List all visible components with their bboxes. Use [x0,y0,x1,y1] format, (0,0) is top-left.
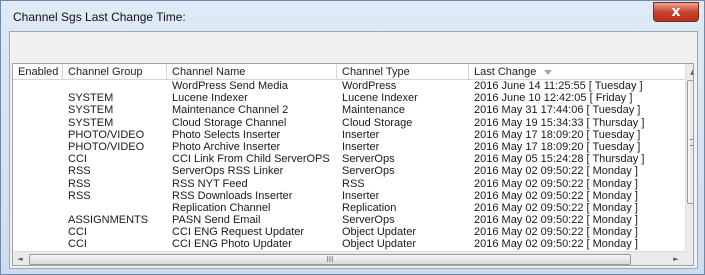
last-change-cell: 2016 May 02 09:50:22 [ Monday ] [474,165,638,178]
channel-group-cell: PHOTO/VIDEO [68,128,145,141]
table-row[interactable]: CCI CCI ENG Request Updater Object Updater… [13,226,685,238]
channel-type-cell: Lucene Indexer [342,92,418,105]
last-change-cell: 2016 May 31 17:44:06 [ Tuesday ] [474,104,641,117]
column-header-enabled[interactable]: Enabled [13,64,63,80]
channel-type-cell: Inserter [342,128,380,141]
channel-name-cell: WordPress Send Media [172,80,288,92]
table-row[interactable]: RSS RSS Downloads Inserter Inserter 2016 Ma… [13,190,685,202]
channel-group-cell: PHOTO/VIDEO [68,140,145,153]
channel-type-cell: RSS [342,177,365,190]
column-header-last-change[interactable]: Last Change [469,64,685,80]
table-row[interactable]: SYSTEM Cloud Storage Channel Cloud Storage… [13,117,685,129]
last-change-cell: 2016 May 02 09:50:22 [ Monday ] [474,226,638,239]
channel-name-cell: CCI ENG Request Updater [172,226,305,239]
channel-name-cell: RSS NYT Feed [172,177,248,190]
channel-type-cell: Maintenance [342,104,405,117]
sort-descending-icon [544,69,553,75]
table-row[interactable]: PHOTO/VIDEO Photo Selects Inserter Inserte… [13,129,685,141]
table-body: WordPress Send Media WordPress 2016 June 1… [13,80,685,251]
channel-type-cell: Object Updater [342,226,416,239]
channel-name-cell: Replication Channel [172,201,271,214]
last-change-cell: 2016 May 02 09:50:22 [ Monday ] [474,201,638,214]
channel-name-cell: Lucene Indexer [172,92,248,105]
channel-group-cell: CCI [68,153,87,166]
channel-group-cell: RSS [68,177,91,190]
channel-name-cell: CCI Link From Child ServerOPS [172,153,330,166]
table-row[interactable]: Replication Channel Replication 2016 May 0… [13,202,685,214]
channel-type-cell: ServerOps [342,165,395,178]
table-row[interactable]: WordPress Send Media WordPress 2016 June 1… [13,80,685,92]
window-title: Channel Sgs Last Change Time: [13,10,186,24]
channel-group-cell: CCI [68,238,87,251]
channel-name-cell: Photo Archive Inserter [172,140,281,153]
table-row[interactable]: CCI CCI ENG Photo Updater Object Updater 20… [13,238,685,250]
last-change-cell: 2016 May 19 15:34:33 [ Thursday ] [474,116,645,129]
scrollbar-corner [685,251,693,265]
table-row[interactable]: RSS RSS NYT Feed RSS 2016 May 02 09:50:22 [… [13,178,685,190]
table-row[interactable]: PHOTO/VIDEO Photo Archive Inserter Inserte… [13,141,685,153]
channel-group-cell: CCI [68,226,87,239]
table-row[interactable]: RSS ServerOps RSS Linker ServerOps 2016 May… [13,165,685,177]
close-button[interactable]: x [653,2,699,22]
channel-group-cell: RSS [68,189,91,202]
channel-name-cell: PASN Send Email [172,214,261,227]
channel-group-cell: SYSTEM [68,104,114,117]
channel-type-cell: ServerOps [342,153,395,166]
channel-name-cell: CCI ENG Photo Updater [172,238,292,251]
last-change-cell: 2016 June 10 12:42:05 [ Friday ] [474,92,633,105]
horizontal-scroll-thumb[interactable]: III [29,254,631,265]
channel-type-cell: Inserter [342,140,380,153]
scroll-right-icon[interactable]: ► [669,252,683,265]
scroll-left-icon[interactable]: ◄ [13,252,27,265]
last-change-cell: 2016 May 17 18:09:20 [ Tuesday ] [474,140,641,153]
channel-type-cell: Object Updater [342,238,416,251]
channel-name-cell: Maintenance Channel 2 [172,104,289,117]
last-change-cell: 2016 May 02 09:50:22 [ Monday ] [474,238,638,251]
last-change-cell: 2016 May 17 18:09:20 [ Tuesday ] [474,128,641,141]
channel-group-cell: SYSTEM [68,116,114,129]
last-change-cell: 2016 May 02 09:50:22 [ Monday ] [474,189,638,202]
vertical-scrollbar[interactable]: ▲ [685,64,693,251]
channel-name-cell: RSS Downloads Inserter [172,189,293,202]
channel-type-cell: Replication [342,201,397,214]
grip-icon: III [326,255,334,264]
channel-type-cell: Cloud Storage [342,116,413,129]
column-header-channel-name[interactable]: Channel Name [167,64,337,80]
last-change-cell: 2016 May 02 09:50:22 [ Monday ] [474,214,638,227]
grip-icon [690,139,693,146]
channel-type-cell: Inserter [342,189,380,202]
title-bar[interactable]: Channel Sgs Last Change Time: x [1,1,704,31]
table-row[interactable]: ASSIGNMENTS PASN Send Email ServerOps 2016 … [13,214,685,226]
column-header-channel-group[interactable]: Channel Group [63,64,167,80]
channel-type-cell: WordPress [342,80,397,92]
table-row[interactable]: CCI CCI Link From Child ServerOPS ServerOp… [13,153,685,165]
last-change-cell: 2016 June 14 11:25:55 [ Tuesday ] [474,80,643,92]
last-change-cell: 2016 May 05 15:24:28 [ Thursday ] [474,153,645,166]
close-icon: x [671,4,681,20]
channel-table: Enabled Channel Group Channel Name Chann… [12,63,694,266]
channel-name-cell: Cloud Storage Channel [172,116,287,129]
table-header: Enabled Channel Group Channel Name Chann… [13,64,685,80]
column-header-last-change-label: Last Change [474,66,537,78]
channel-name-cell: ServerOps RSS Linker [172,165,284,178]
column-header-channel-type[interactable]: Channel Type [337,64,469,80]
channel-group-cell: ASSIGNMENTS [68,214,149,227]
scroll-up-icon[interactable]: ▲ [686,66,693,78]
horizontal-scrollbar[interactable]: ◄ III ► [13,251,685,265]
channel-type-cell: ServerOps [342,214,395,227]
channel-group-cell: SYSTEM [68,92,114,105]
table-row[interactable]: SYSTEM Lucene Indexer Lucene Indexer 2016 J… [13,92,685,104]
last-change-cell: 2016 May 02 09:50:22 [ Monday ] [474,177,638,190]
channel-group-cell: RSS [68,165,91,178]
channel-name-cell: Photo Selects Inserter [172,128,281,141]
table-row[interactable]: SYSTEM Maintenance Channel 2 Maintenance 20… [13,104,685,116]
vertical-scroll-thumb[interactable] [687,80,693,204]
